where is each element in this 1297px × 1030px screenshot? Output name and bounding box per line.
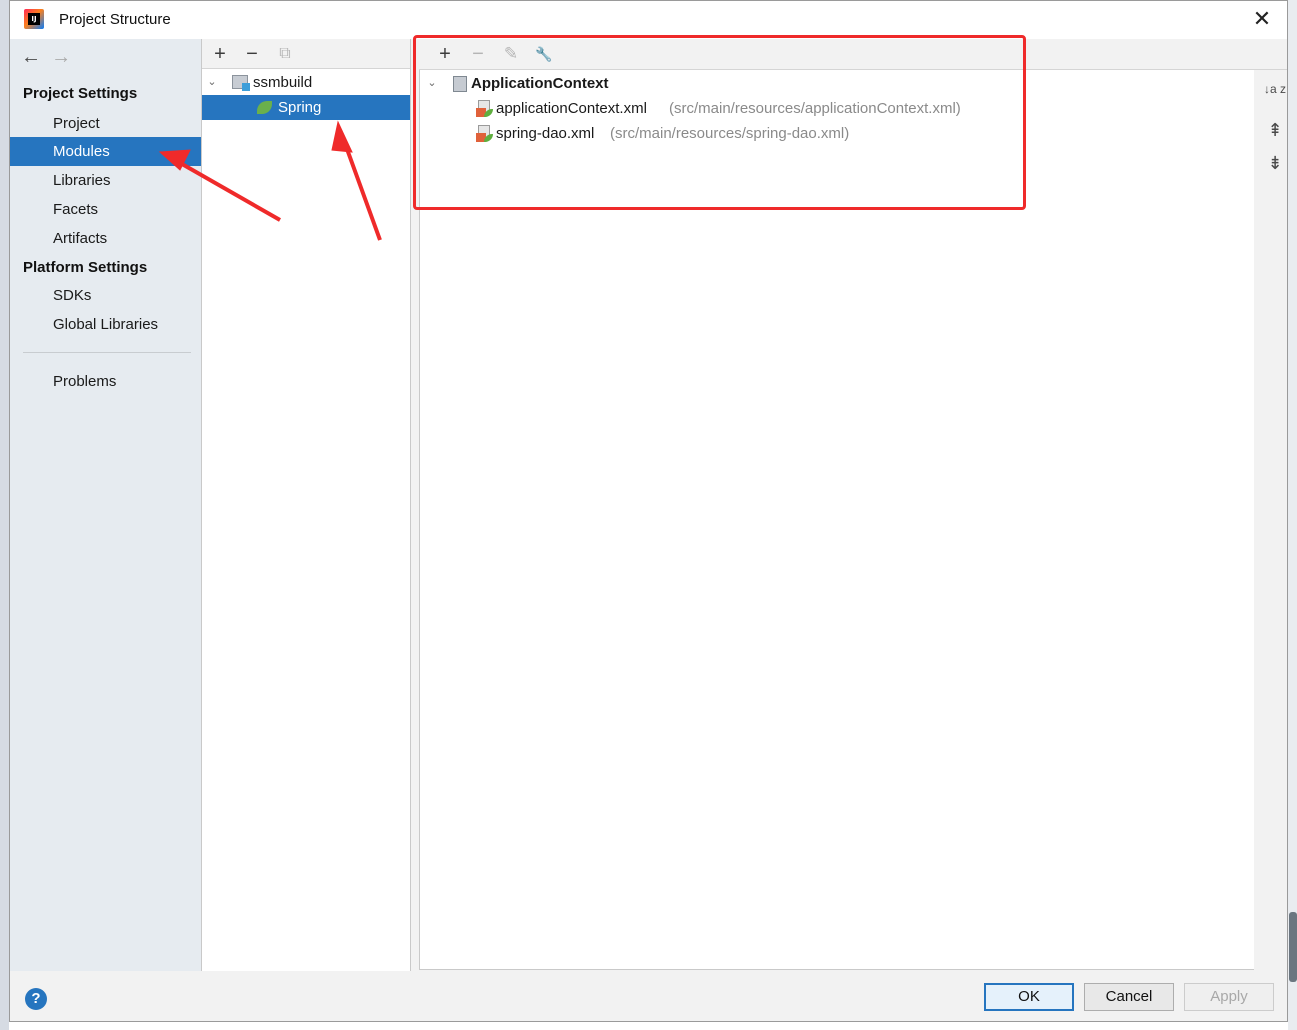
tree-node-file[interactable]: spring-dao.xml (src/main/resources/sprin… [420, 121, 1120, 146]
sidebar-item-artifacts[interactable]: Artifacts [10, 224, 201, 253]
sidebar-divider [23, 352, 191, 353]
fileset-name: ApplicationContext [471, 75, 609, 92]
close-icon[interactable]: ✕ [1250, 7, 1274, 31]
remove-icon[interactable]: − [239, 42, 265, 66]
sidebar-item-project[interactable]: Project [10, 109, 201, 138]
fileset-tree: ⌄ ApplicationContext applicationContext.… [419, 70, 1254, 970]
remove-icon[interactable]: − [465, 42, 491, 66]
copy-icon[interactable]: ⧉ [272, 42, 298, 66]
apply-button[interactable]: Apply [1184, 983, 1274, 1011]
help-icon[interactable]: ? [25, 988, 47, 1010]
module-folder-icon [232, 75, 250, 91]
settings-sidebar: ← → Project Settings Project Modules Lib… [10, 39, 201, 971]
desktop-background-left [0, 0, 9, 1030]
sort-alphabetically-icon[interactable]: ↓a z [1262, 76, 1288, 102]
spring-leaf-icon [257, 101, 272, 114]
desktop-background-right [1288, 0, 1297, 1030]
chevron-down-icon[interactable]: ⌄ [426, 71, 438, 96]
tree-node-fileset[interactable]: ⌄ ApplicationContext [420, 71, 1020, 96]
file-path: (src/main/resources/applicationContext.x… [669, 100, 961, 117]
tree-node-file[interactable]: applicationContext.xml (src/main/resourc… [420, 96, 1120, 121]
module-tree-panel: + − ⧉ ⌄ ssmbuild Spring [201, 39, 411, 971]
history-navigation: ← → [18, 45, 74, 69]
add-icon[interactable]: + [207, 42, 233, 66]
expand-all-icon[interactable]: ⇞ [1262, 117, 1288, 143]
tree-node-spring-facet[interactable]: Spring [202, 95, 410, 120]
tree-node-module[interactable]: ⌄ ssmbuild [202, 70, 410, 95]
chevron-down-icon[interactable]: ⌄ [206, 70, 218, 95]
sidebar-item-problems[interactable]: Problems [10, 367, 201, 396]
desktop-scroll-knob [1289, 912, 1297, 982]
sidebar-item-libraries[interactable]: Libraries [10, 166, 201, 195]
sidebar-item-sdks[interactable]: SDKs [10, 281, 201, 310]
facet-name: Spring [278, 99, 322, 116]
sidebar-item-modules[interactable]: Modules [10, 137, 201, 166]
ok-button[interactable]: OK [984, 983, 1074, 1011]
wrench-icon[interactable]: 🔧 [531, 42, 557, 66]
module-tree-toolbar: + − ⧉ [202, 39, 410, 69]
project-structure-dialog: Project Structure ✕ ← → Project Settings… [9, 0, 1288, 1022]
file-name: spring-dao.xml [496, 125, 595, 142]
module-name: ssmbuild [253, 74, 313, 91]
collapse-all-icon[interactable]: ⇟ [1262, 150, 1288, 176]
add-icon[interactable]: + [432, 42, 458, 66]
file-name: applicationContext.xml [496, 100, 647, 117]
title-bar: Project Structure ✕ [10, 1, 1287, 39]
intellij-logo-icon [24, 9, 44, 29]
spring-xml-file-icon [476, 100, 494, 118]
back-arrow-icon[interactable]: ← [18, 45, 44, 69]
cancel-button[interactable]: Cancel [1084, 983, 1174, 1011]
file-path: (src/main/resources/spring-dao.xml) [610, 125, 850, 142]
edit-pencil-icon[interactable]: ✎ [498, 42, 524, 66]
platform-settings-heading: Platform Settings [23, 259, 148, 276]
forward-arrow-icon[interactable]: → [48, 45, 74, 69]
spring-xml-file-icon [476, 125, 494, 143]
project-settings-heading: Project Settings [23, 85, 138, 102]
context-fileset-icon [453, 76, 467, 92]
sidebar-item-facets[interactable]: Facets [10, 195, 201, 224]
window-title: Project Structure [59, 11, 171, 28]
sidebar-item-global-libraries[interactable]: Global Libraries [10, 310, 201, 339]
dialog-footer: ? OK Cancel Apply [10, 971, 1287, 1021]
tree-side-toolbar: ↓a z ⇞ ⇟ [1262, 70, 1288, 190]
spring-facet-panel: + − ✎ 🔧 ⌄ ApplicationContext application… [419, 39, 1287, 971]
fileset-toolbar: + − ✎ 🔧 [419, 39, 1287, 70]
